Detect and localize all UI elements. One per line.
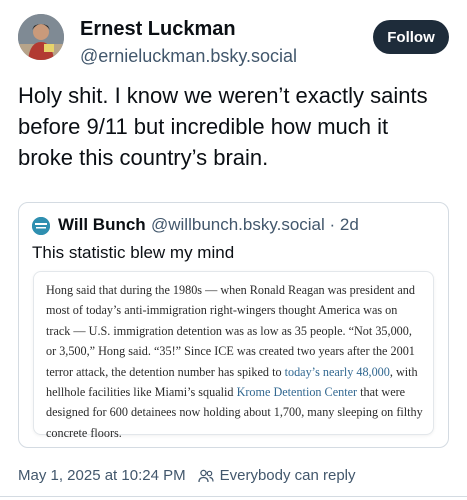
- quote-avatar[interactable]: [32, 217, 50, 235]
- post-timestamp[interactable]: May 1, 2025 at 10:24 PM: [18, 467, 186, 484]
- people-icon: [197, 469, 214, 482]
- post-header: Ernest Luckman @ernieluckman.bsky.social…: [18, 14, 449, 70]
- follow-button[interactable]: Follow: [373, 20, 449, 54]
- quote-author-name[interactable]: Will Bunch: [58, 215, 146, 235]
- divider: [0, 496, 467, 497]
- quote-avatar-logo-icon: [32, 217, 50, 235]
- quote-text: This statistic blew my mind: [32, 243, 235, 262]
- excerpt-link: Krome Detention Center: [236, 385, 358, 400]
- post-footer: May 1, 2025 at 10:24 PM Everybody can re…: [18, 467, 356, 484]
- excerpt-link: today’s nearly 48,000: [284, 364, 390, 379]
- quote-author-handle[interactable]: @willbunch.bsky.social · 2d: [151, 215, 359, 235]
- author-name[interactable]: Ernest Luckman: [80, 18, 236, 41]
- quoted-post[interactable]: Will Bunch @willbunch.bsky.social · 2d T…: [18, 202, 449, 448]
- author-handle[interactable]: @ernieluckman.bsky.social: [80, 46, 297, 67]
- reply-setting: Everybody can reply: [219, 467, 356, 484]
- avatar[interactable]: [18, 14, 64, 60]
- excerpt-text: Hong said that during the 1980s — when R…: [46, 280, 424, 443]
- quote-image-excerpt[interactable]: Hong said that during the 1980s — when R…: [33, 271, 434, 440]
- post-text: Holy shit. I know we weren’t exactly sai…: [18, 83, 428, 170]
- avatar-photo-icon: [18, 14, 64, 60]
